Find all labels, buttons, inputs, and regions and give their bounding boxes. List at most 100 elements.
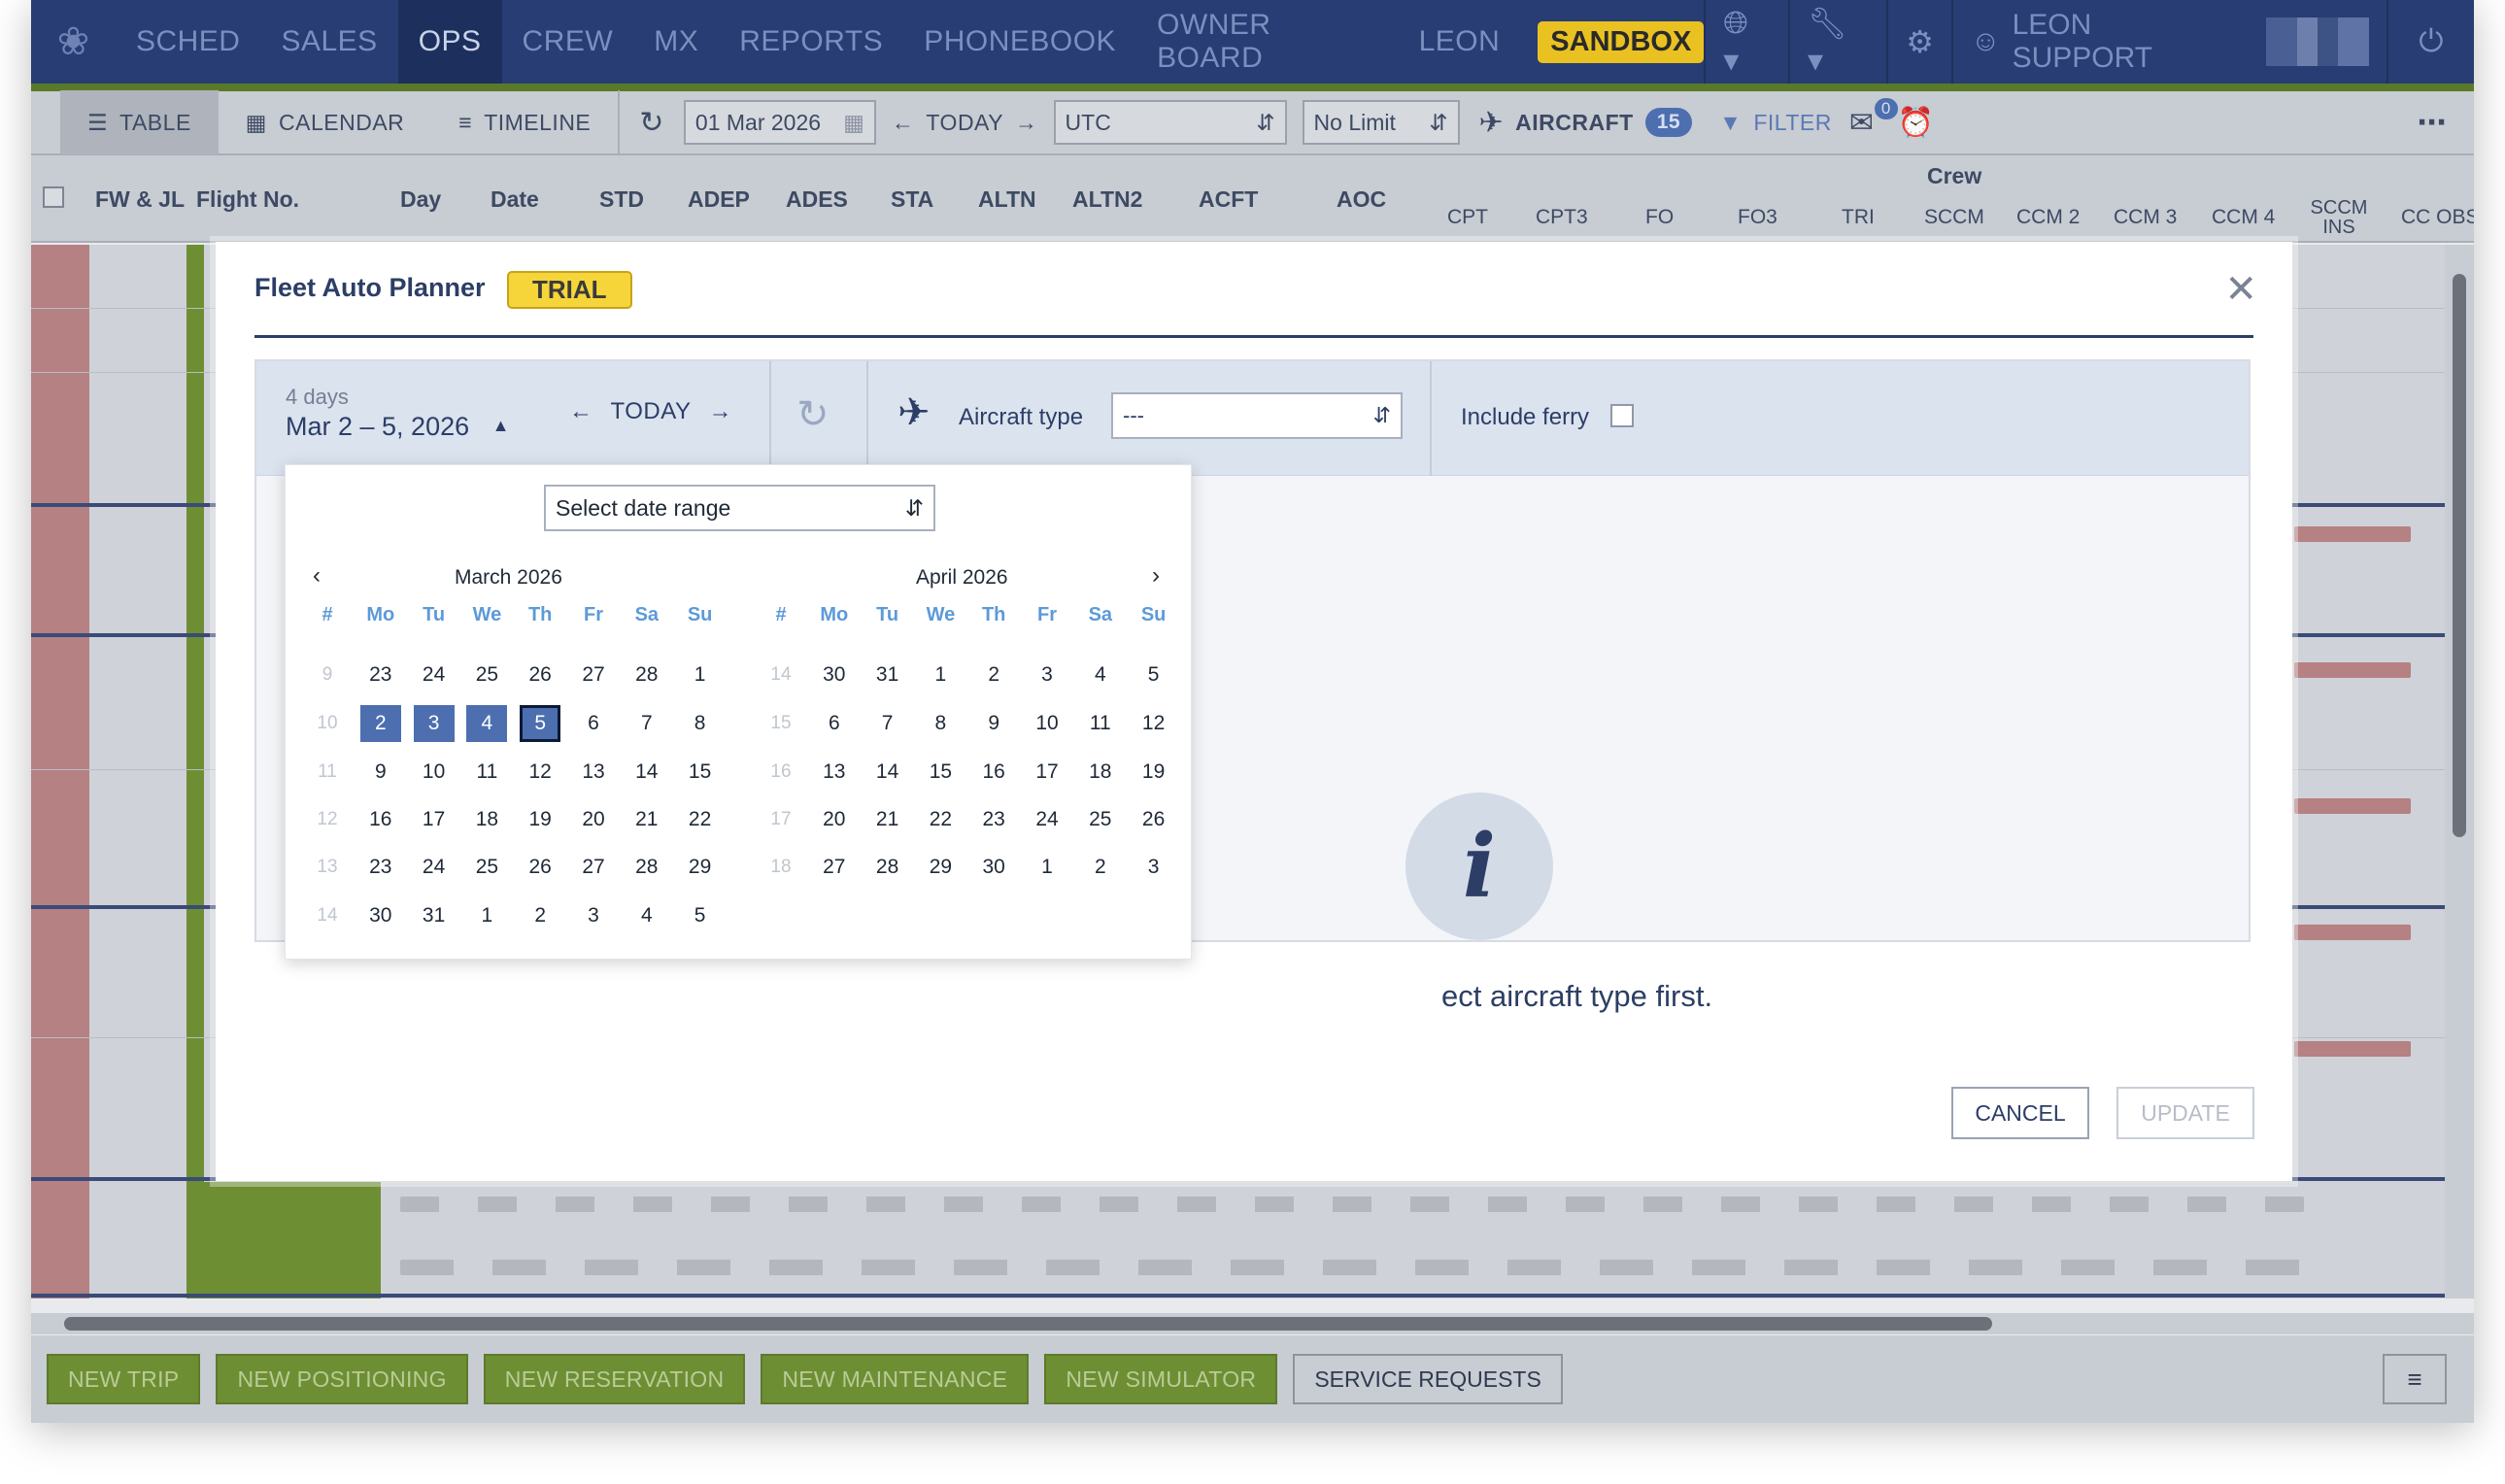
calendar-day[interactable]: 28 <box>626 849 667 886</box>
arrow-right-icon[interactable]: → <box>708 398 732 424</box>
col-date[interactable]: Date <box>491 186 539 213</box>
calendar-day[interactable]: 1 <box>680 657 721 693</box>
calendar-day[interactable]: 15 <box>920 754 961 791</box>
calendar-day[interactable]: 1 <box>466 897 507 934</box>
calendar-day[interactable]: 5 <box>1134 657 1174 693</box>
nav-reports[interactable]: REPORTS <box>719 0 903 84</box>
calendar-day[interactable]: 27 <box>573 849 614 886</box>
include-ferry-checkbox[interactable] <box>1610 404 1634 427</box>
calendar-day[interactable]: 29 <box>680 849 721 886</box>
calendar-day[interactable]: 7 <box>867 705 908 742</box>
calendar-day[interactable]: 10 <box>1027 705 1067 742</box>
col-ccm2[interactable]: CCM 2 <box>2016 206 2080 229</box>
calendar-day[interactable]: 19 <box>520 801 560 838</box>
calendar-day[interactable]: 28 <box>867 849 908 886</box>
chevron-right-icon[interactable]: › <box>1152 562 1160 590</box>
calendar-day[interactable]: 19 <box>1134 754 1174 791</box>
calendar-day[interactable]: 23 <box>360 657 401 693</box>
calendar-day[interactable]: 21 <box>626 801 667 838</box>
tab-calendar[interactable]: ▦ CALENDAR <box>219 90 432 154</box>
calendar-day[interactable]: 21 <box>867 801 908 838</box>
horizontal-scroll-thumb[interactable] <box>64 1317 1992 1331</box>
calendar-day[interactable]: 9 <box>973 705 1014 742</box>
calendar-day[interactable]: 23 <box>973 801 1014 838</box>
aircraft-button[interactable]: ✈ AIRCRAFT 15 <box>1460 90 1712 154</box>
col-fwjl[interactable]: FW & JL <box>95 186 185 213</box>
globe-icon[interactable]: 🌐︎ ▾ <box>1706 0 1788 84</box>
calendar-day[interactable]: 4 <box>626 897 667 934</box>
nav-owner-board[interactable]: OWNER BOARD <box>1136 0 1399 84</box>
calendar-day[interactable]: 14 <box>867 754 908 791</box>
col-cc-obs[interactable]: CC OBS <box>2401 206 2474 229</box>
col-day[interactable]: Day <box>400 186 441 213</box>
calendar-day[interactable]: 18 <box>466 801 507 838</box>
calendar-day[interactable]: 13 <box>814 754 855 791</box>
tab-table[interactable]: ☰ TABLE <box>60 90 219 154</box>
new-positioning-button[interactable]: NEW POSITIONING <box>216 1354 468 1404</box>
calendar-day[interactable]: 2 <box>1080 849 1121 886</box>
calendar-day[interactable]: 3 <box>1027 657 1067 693</box>
new-reservation-button[interactable]: NEW RESERVATION <box>483 1354 746 1404</box>
calendar-day[interactable]: 31 <box>414 897 455 934</box>
calendar-day[interactable]: 12 <box>520 754 560 791</box>
calendar-day-selected[interactable]: 3 <box>413 705 455 742</box>
calendar-day[interactable]: 25 <box>1080 801 1121 838</box>
col-altn[interactable]: ALTN <box>978 186 1036 213</box>
col-ccm4[interactable]: CCM 4 <box>2212 206 2275 229</box>
calendar-day[interactable]: 6 <box>814 705 855 742</box>
filter-button[interactable]: ▼ FILTER <box>1711 90 1840 154</box>
calendar-day[interactable]: 10 <box>414 754 455 791</box>
arrow-left-icon[interactable]: ← <box>569 398 593 424</box>
col-sccm-ins[interactable]: SCCM INS <box>2309 198 2369 237</box>
calendar-day[interactable]: 17 <box>1027 754 1067 791</box>
calendar-day[interactable]: 16 <box>973 754 1014 791</box>
calendar-day[interactable]: 1 <box>1027 849 1067 886</box>
calendar-day[interactable]: 23 <box>360 849 401 886</box>
nav-crew[interactable]: CREW <box>502 0 634 84</box>
arrow-right-icon[interactable]: → <box>1015 110 1038 136</box>
col-ades[interactable]: ADES <box>786 186 848 213</box>
calendar-day[interactable]: 15 <box>680 754 721 791</box>
chevron-left-icon[interactable]: ‹ <box>313 562 321 590</box>
date-input[interactable]: 01 Mar 2026 ▦ <box>683 100 876 145</box>
avatar[interactable] <box>2265 17 2369 66</box>
calendar-day[interactable]: 27 <box>814 849 855 886</box>
aircraft-type-select[interactable]: --- ⇵ <box>1111 392 1403 439</box>
calendar-day[interactable]: 22 <box>920 801 961 838</box>
tab-timeline[interactable]: ≡ TIMELINE <box>431 90 618 154</box>
calendar-day[interactable]: 20 <box>573 801 614 838</box>
col-acft[interactable]: ACFT <box>1199 186 1258 213</box>
col-sccm[interactable]: SCCM <box>1924 206 1984 229</box>
calendar-day[interactable]: 4 <box>1080 657 1121 693</box>
calendar-day[interactable]: 1 <box>920 657 961 693</box>
today-nav-modal[interactable]: ← TODAY → <box>569 398 732 425</box>
calendar-day[interactable]: 27 <box>573 657 614 693</box>
calendar-day[interactable]: 20 <box>814 801 855 838</box>
calendar-day[interactable]: 25 <box>466 849 507 886</box>
new-trip-button[interactable]: NEW TRIP <box>47 1354 201 1404</box>
calendar-day[interactable]: 24 <box>414 849 455 886</box>
col-adep[interactable]: ADEP <box>688 186 750 213</box>
calendar-day[interactable]: 3 <box>1134 849 1174 886</box>
col-std[interactable]: STD <box>599 186 644 213</box>
col-sta[interactable]: STA <box>891 186 933 213</box>
user-menu[interactable]: ☺ LEON SUPPORT <box>1953 9 2249 75</box>
service-requests-button[interactable]: SERVICE REQUESTS <box>1293 1354 1563 1404</box>
calendar-day-selected[interactable]: 2 <box>359 705 401 742</box>
vertical-scroll-thumb[interactable] <box>2453 274 2466 837</box>
calendar-day[interactable]: 8 <box>680 705 721 742</box>
col-tri[interactable]: TRI <box>1842 206 1875 229</box>
refresh-icon[interactable]: ↻ <box>620 90 684 154</box>
calendar-day[interactable]: 17 <box>414 801 455 838</box>
calendar-day[interactable]: 6 <box>573 705 614 742</box>
calendar-day-selected[interactable]: 5 <box>520 705 561 742</box>
calendar-day[interactable]: 11 <box>466 754 507 791</box>
calendar-day[interactable]: 26 <box>520 657 560 693</box>
col-cpt[interactable]: CPT <box>1447 206 1488 229</box>
calendar-day[interactable]: 31 <box>867 657 908 693</box>
calendar-day[interactable]: 29 <box>920 849 961 886</box>
select-all-checkbox[interactable] <box>43 186 64 208</box>
nav-leon[interactable]: LEON <box>1399 0 1521 84</box>
calendar-day[interactable]: 30 <box>814 657 855 693</box>
col-ccm3[interactable]: CCM 3 <box>2114 206 2177 229</box>
